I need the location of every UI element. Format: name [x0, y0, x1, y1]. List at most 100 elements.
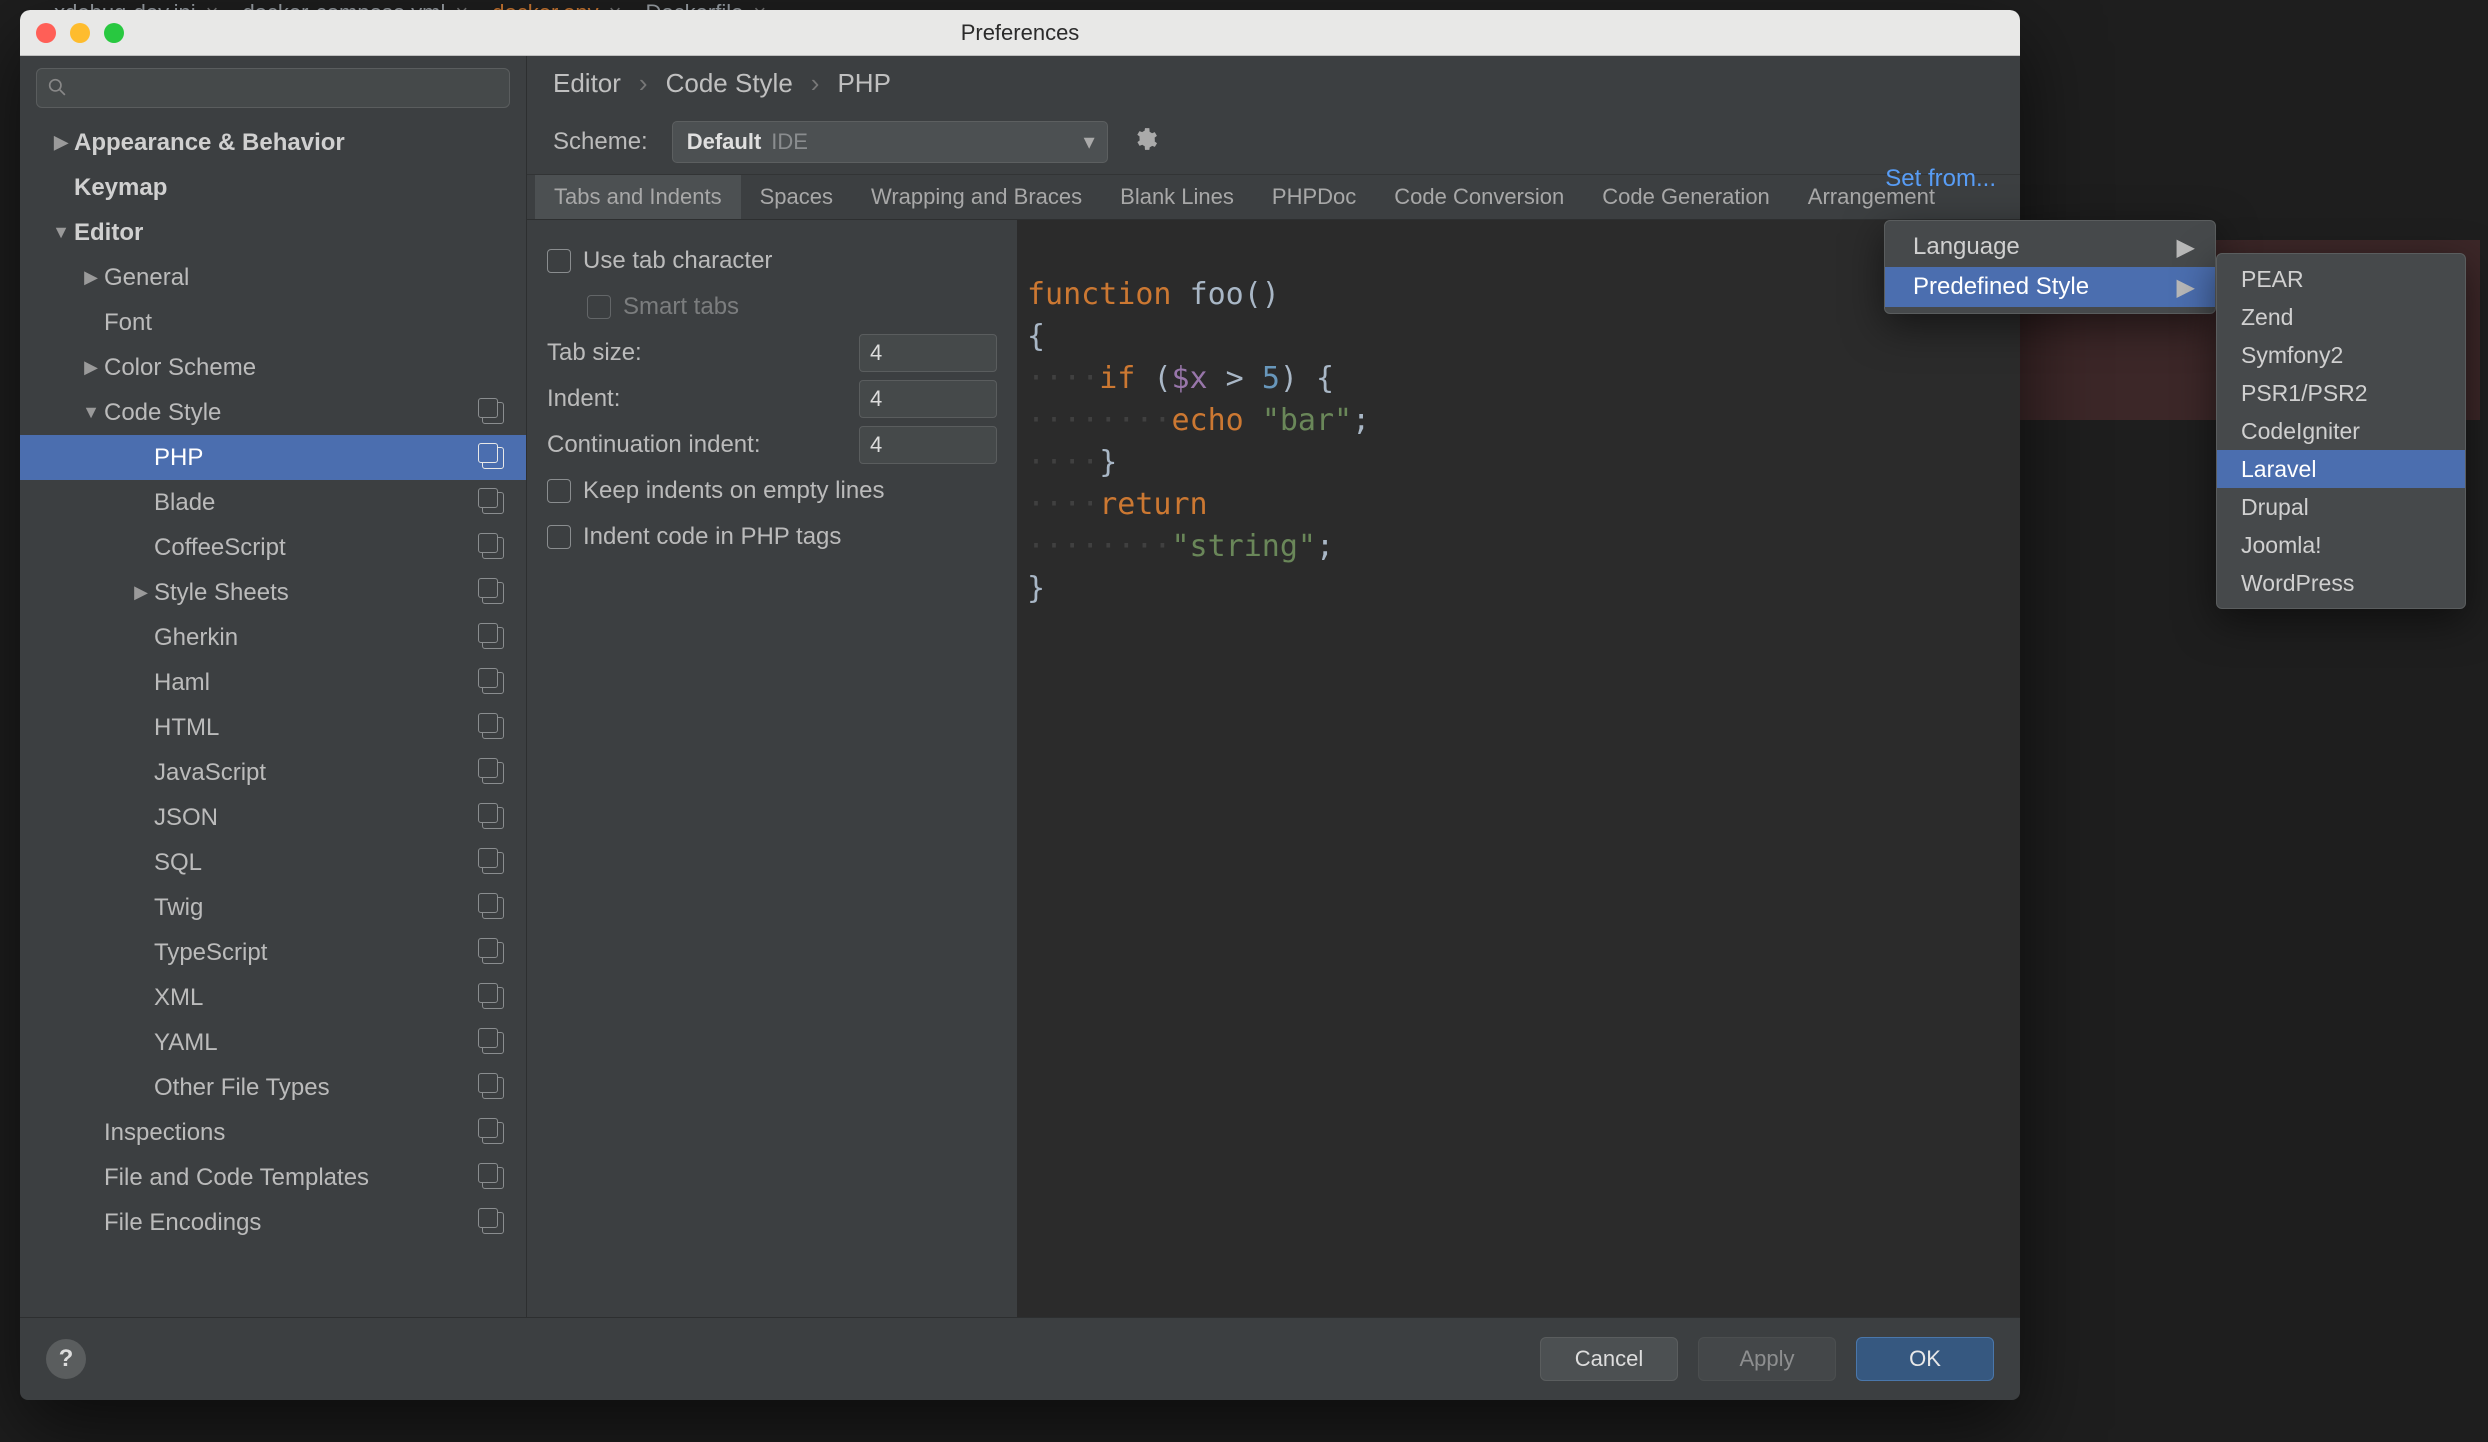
tab-size-input[interactable]: 4 [859, 334, 997, 372]
tree-item-haml[interactable]: Haml [20, 660, 526, 705]
tab-spaces[interactable]: Spaces [741, 175, 852, 219]
tree-item-label: Code Style [104, 399, 221, 427]
tree-item-file-encodings[interactable]: File Encodings [20, 1200, 526, 1245]
menu-item-psr1-psr2[interactable]: PSR1/PSR2 [2217, 374, 2465, 412]
menu-item-laravel[interactable]: Laravel [2217, 450, 2465, 488]
close-icon[interactable] [36, 23, 56, 43]
tabs[interactable]: Tabs and IndentsSpacesWrapping and Brace… [527, 175, 2020, 220]
menu-item-predefined-style[interactable]: Predefined Style▶ [1885, 267, 2215, 307]
tree-item-color-scheme[interactable]: ▶Color Scheme [20, 345, 526, 390]
tree-item-label: SQL [154, 849, 202, 877]
checkbox-indent-code[interactable] [547, 525, 571, 549]
tree-item-label: Style Sheets [154, 579, 289, 607]
checkbox-keep-indents[interactable] [547, 479, 571, 503]
tree-item-label: Editor [74, 219, 143, 247]
gear-icon[interactable] [1132, 126, 1158, 159]
tree-item-label: XML [154, 984, 203, 1012]
menu-item-joomla-[interactable]: Joomla! [2217, 526, 2465, 564]
copy-icon [482, 942, 504, 964]
tree-item-appearance-behavior[interactable]: ▶Appearance & Behavior [20, 120, 526, 165]
cont-indent-label: Continuation indent: [547, 431, 761, 459]
tree-item-style-sheets[interactable]: ▶Style Sheets [20, 570, 526, 615]
tab-tabs-and-indents[interactable]: Tabs and Indents [535, 175, 741, 219]
search-input[interactable] [36, 68, 510, 108]
tree-item-coffeescript[interactable]: CoffeeScript [20, 525, 526, 570]
tree-item-label: General [104, 264, 189, 292]
scheme-select[interactable]: Default IDE ▾ [672, 121, 1108, 163]
menu-item-wordpress[interactable]: WordPress [2217, 564, 2465, 602]
indent-input[interactable]: 4 [859, 380, 997, 418]
tree-item-code-style[interactable]: ▼Code Style [20, 390, 526, 435]
crumb-code-style[interactable]: Code Style [666, 68, 793, 99]
tab-code-conversion[interactable]: Code Conversion [1375, 175, 1583, 219]
copy-icon [482, 1212, 504, 1234]
menu-item-symfony2[interactable]: Symfony2 [2217, 336, 2465, 374]
content-split: Use tab character Smart tabs Tab size: 4… [527, 220, 2020, 1317]
tree-item-yaml[interactable]: YAML [20, 1020, 526, 1065]
copy-icon [482, 807, 504, 829]
menu-item-language[interactable]: Language▶ [1885, 227, 2215, 267]
indent-code-row[interactable]: Indent code in PHP tags [547, 514, 997, 560]
tree-item-label: TypeScript [154, 939, 267, 967]
cont-indent-input[interactable]: 4 [859, 426, 997, 464]
tree-item-php[interactable]: PHP [20, 435, 526, 480]
chevron-right-icon: ▶ [78, 267, 104, 288]
search-icon [48, 78, 66, 101]
copy-icon [482, 492, 504, 514]
tree-item-inspections[interactable]: Inspections [20, 1110, 526, 1155]
tree-item-xml[interactable]: XML [20, 975, 526, 1020]
scheme-label: Scheme: [553, 128, 648, 156]
footer: ? Cancel Apply OK [20, 1317, 2020, 1400]
settings-tree[interactable]: ▶Appearance & BehaviorKeymap▼Editor▶Gene… [20, 116, 526, 1317]
cancel-button[interactable]: Cancel [1540, 1337, 1678, 1381]
zoom-icon[interactable] [104, 23, 124, 43]
minimize-icon[interactable] [70, 23, 90, 43]
tree-item-gherkin[interactable]: Gherkin [20, 615, 526, 660]
tree-item-typescript[interactable]: TypeScript [20, 930, 526, 975]
tree-item-label: Twig [154, 894, 203, 922]
tree-item-twig[interactable]: Twig [20, 885, 526, 930]
tree-item-sql[interactable]: SQL [20, 840, 526, 885]
predefined-style-submenu[interactable]: PEARZendSymfony2PSR1/PSR2CodeIgniterLara… [2216, 253, 2466, 609]
menu-item-zend[interactable]: Zend [2217, 298, 2465, 336]
scheme-ide-label: IDE [771, 129, 808, 155]
crumb-editor[interactable]: Editor [553, 68, 621, 99]
checkbox-use-tab[interactable] [547, 249, 571, 273]
set-from-link[interactable]: Set from... [1885, 165, 1996, 193]
menu-item-codeigniter[interactable]: CodeIgniter [2217, 412, 2465, 450]
tab-blank-lines[interactable]: Blank Lines [1101, 175, 1253, 219]
chevron-down-icon: ▼ [78, 402, 104, 423]
tab-phpdoc[interactable]: PHPDoc [1253, 175, 1375, 219]
keep-indents-label: Keep indents on empty lines [583, 477, 885, 505]
apply-button[interactable]: Apply [1698, 1337, 1836, 1381]
preferences-body: ▶Appearance & BehaviorKeymap▼Editor▶Gene… [20, 56, 2020, 1317]
subcontent: Set from... Tabs and IndentsSpacesWrappi… [527, 175, 2020, 1317]
tree-item-html[interactable]: HTML [20, 705, 526, 750]
ok-button[interactable]: OK [1856, 1337, 1994, 1381]
help-button[interactable]: ? [46, 1339, 86, 1379]
set-from-menu[interactable]: Language▶Predefined Style▶ [1884, 220, 2216, 314]
tree-item-keymap[interactable]: Keymap [20, 165, 526, 210]
crumb-php: PHP [837, 68, 890, 99]
tree-item-editor[interactable]: ▼Editor [20, 210, 526, 255]
keep-indents-row[interactable]: Keep indents on empty lines [547, 468, 997, 514]
tree-item-blade[interactable]: Blade [20, 480, 526, 525]
smart-tabs-row: Smart tabs [547, 284, 997, 330]
indent-label: Indent: [547, 385, 620, 413]
menu-item-drupal[interactable]: Drupal [2217, 488, 2465, 526]
checkbox-smart-tabs [587, 295, 611, 319]
copy-icon [482, 717, 504, 739]
smart-tabs-label: Smart tabs [623, 293, 739, 321]
tab-wrapping-and-braces[interactable]: Wrapping and Braces [852, 175, 1101, 219]
tree-item-file-and-code-templates[interactable]: File and Code Templates [20, 1155, 526, 1200]
tree-item-json[interactable]: JSON [20, 795, 526, 840]
tree-item-general[interactable]: ▶General [20, 255, 526, 300]
tab-code-generation[interactable]: Code Generation [1583, 175, 1789, 219]
traffic-lights[interactable] [36, 23, 124, 43]
tree-item-font[interactable]: Font [20, 300, 526, 345]
use-tab-row[interactable]: Use tab character [547, 238, 997, 284]
tree-item-javascript[interactable]: JavaScript [20, 750, 526, 795]
tree-item-other-file-types[interactable]: Other File Types [20, 1065, 526, 1110]
menu-item-pear[interactable]: PEAR [2217, 260, 2465, 298]
form-column: Use tab character Smart tabs Tab size: 4… [527, 220, 1017, 1317]
